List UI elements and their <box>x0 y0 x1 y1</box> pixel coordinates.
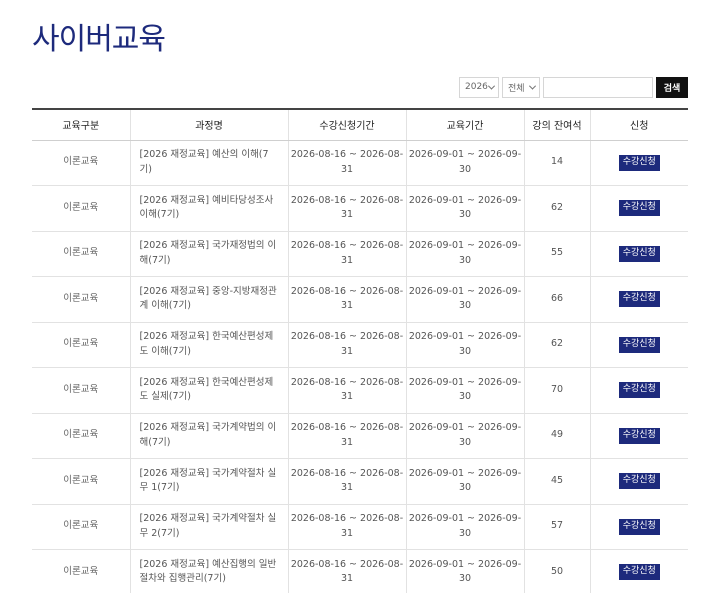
edu-period-cell: 2026-09-01 ~ 2026-09-30 <box>405 231 524 277</box>
apply-button[interactable]: 수강신청 <box>618 564 660 581</box>
table-row: 이론교육 [2026 재정교육] 국가계약절차 실무 1(7기) 2026-08-1… <box>32 458 688 505</box>
table-row: 이론교육 [2026 재정교육] 국가재정법의 이해(7기) 2026-08-16 … <box>32 231 688 277</box>
edu-period-cell: 2026-09-01 ~ 2026-09-30 <box>405 549 524 593</box>
header-seats: 강의 잔여석 <box>523 109 590 141</box>
seats-cell: 66 <box>523 276 590 323</box>
course-name-cell[interactable]: [2026 재정교육] 한국예산편성제도 실제(7기) <box>129 367 288 414</box>
page-title: 사이버교육 <box>32 22 166 57</box>
apply-button[interactable]: 수강신청 <box>618 518 660 535</box>
apply-cell: 수강신청 <box>589 322 688 368</box>
seats-cell: 57 <box>523 504 590 550</box>
apply-cell: 수강신청 <box>589 276 688 323</box>
header-category: 교육구분 <box>32 109 130 141</box>
apply-cell: 수강신청 <box>589 549 688 593</box>
type-select-value: 전체 <box>508 83 525 94</box>
table-row: 이론교육 [2026 재정교육] 한국예산편성제도 실제(7기) 2026-08-1… <box>32 367 688 414</box>
course-table: 교육구분 과정명 수강신청기간 교육기간 강의 잔여석 신청 이론교육 [2026… <box>32 108 688 593</box>
year-select[interactable]: 2026 <box>459 76 499 98</box>
edu-period-cell: 2026-09-01 ~ 2026-09-30 <box>405 322 524 368</box>
seats-cell: 70 <box>523 367 590 414</box>
apply-period-cell: 2026-08-16 ~ 2026-08-31 <box>287 458 406 505</box>
table-header-row: 교육구분 과정명 수강신청기간 교육기간 강의 잔여석 신청 <box>32 109 688 141</box>
apply-cell: 수강신청 <box>589 413 688 459</box>
course-name-cell[interactable]: [2026 재정교육] 예비타당성조사 이해(7기) <box>129 185 288 232</box>
table-row: 이론교육 [2026 재정교육] 예산집행의 일반절차와 집행관리(7기) 2026… <box>32 549 688 593</box>
category-cell: 이론교육 <box>32 322 130 368</box>
seats-cell: 50 <box>523 549 590 593</box>
category-cell: 이론교육 <box>32 549 130 593</box>
edu-period-cell: 2026-09-01 ~ 2026-09-30 <box>405 140 524 186</box>
category-cell: 이론교육 <box>32 276 130 323</box>
apply-button[interactable]: 수강신청 <box>618 291 660 308</box>
category-cell: 이론교육 <box>32 140 130 186</box>
seats-cell: 45 <box>523 458 590 505</box>
apply-button[interactable]: 수강신청 <box>618 336 660 353</box>
table-row: 이론교육 [2026 재정교육] 중앙-지방재정관계 이해(7기) 2026-08-… <box>32 276 688 323</box>
apply-button[interactable]: 수강신청 <box>618 473 660 490</box>
course-name-cell[interactable]: [2026 재정교육] 예산의 이해(7기) <box>129 140 288 186</box>
chevron-down-icon <box>487 82 496 90</box>
header-edu-period: 교육기간 <box>405 109 524 141</box>
search-bar: 2026 전체 검색 <box>459 76 688 98</box>
edu-period-cell: 2026-09-01 ~ 2026-09-30 <box>405 413 524 459</box>
apply-button[interactable]: 수강신청 <box>618 382 660 399</box>
course-rows: 이론교육 [2026 재정교육] 예산의 이해(7기) 2026-08-16 ~ 2… <box>32 140 688 593</box>
apply-period-cell: 2026-08-16 ~ 2026-08-31 <box>287 185 406 232</box>
apply-button[interactable]: 수강신청 <box>618 200 660 217</box>
edu-period-cell: 2026-09-01 ~ 2026-09-30 <box>405 367 524 414</box>
course-name-cell[interactable]: [2026 재정교육] 국가계약법의 이해(7기) <box>129 413 288 459</box>
category-cell: 이론교육 <box>32 504 130 550</box>
apply-cell: 수강신청 <box>589 140 688 186</box>
apply-button[interactable]: 수강신청 <box>618 245 660 262</box>
apply-button[interactable]: 수강신청 <box>618 154 660 171</box>
table-row: 이론교육 [2026 재정교육] 예비타당성조사 이해(7기) 2026-08-16… <box>32 185 688 232</box>
apply-period-cell: 2026-08-16 ~ 2026-08-31 <box>287 276 406 323</box>
chevron-down-icon <box>528 82 537 90</box>
table-row: 이론교육 [2026 재정교육] 국가계약법의 이해(7기) 2026-08-16 … <box>32 413 688 459</box>
year-select-value: 2026 <box>465 82 488 92</box>
table-row: 이론교육 [2026 재정교육] 한국예산편성제도 이해(7기) 2026-08-1… <box>32 322 688 368</box>
seats-cell: 62 <box>523 322 590 368</box>
course-name-cell[interactable]: [2026 재정교육] 한국예산편성제도 이해(7기) <box>129 322 288 368</box>
course-name-cell[interactable]: [2026 재정교육] 국가계약절차 실무 1(7기) <box>129 458 288 505</box>
seats-cell: 55 <box>523 231 590 277</box>
apply-button[interactable]: 수강신청 <box>618 427 660 444</box>
category-cell: 이론교육 <box>32 367 130 414</box>
course-name-cell[interactable]: [2026 재정교육] 예산집행의 일반절차와 집행관리(7기) <box>129 549 288 593</box>
category-cell: 이론교육 <box>32 185 130 232</box>
apply-period-cell: 2026-08-16 ~ 2026-08-31 <box>287 322 406 368</box>
edu-period-cell: 2026-09-01 ~ 2026-09-30 <box>405 276 524 323</box>
apply-period-cell: 2026-08-16 ~ 2026-08-31 <box>287 504 406 550</box>
course-name-cell[interactable]: [2026 재정교육] 국가재정법의 이해(7기) <box>129 231 288 277</box>
edu-period-cell: 2026-09-01 ~ 2026-09-30 <box>405 504 524 550</box>
edu-period-cell: 2026-09-01 ~ 2026-09-30 <box>405 458 524 505</box>
apply-cell: 수강신청 <box>589 458 688 505</box>
category-cell: 이론교육 <box>32 231 130 277</box>
apply-period-cell: 2026-08-16 ~ 2026-08-31 <box>287 140 406 186</box>
table-row: 이론교육 [2026 재정교육] 예산의 이해(7기) 2026-08-16 ~ 2… <box>32 140 688 186</box>
search-button[interactable]: 검색 <box>656 76 688 98</box>
table-row: 이론교육 [2026 재정교육] 국가계약절차 실무 2(7기) 2026-08-1… <box>32 504 688 550</box>
header-apply-period: 수강신청기간 <box>287 109 406 141</box>
header-apply: 신청 <box>589 109 688 141</box>
apply-cell: 수강신청 <box>589 367 688 414</box>
apply-cell: 수강신청 <box>589 185 688 232</box>
header-course-name: 과정명 <box>129 109 288 141</box>
seats-cell: 49 <box>523 413 590 459</box>
apply-cell: 수강신청 <box>589 504 688 550</box>
type-select[interactable]: 전체 <box>502 76 540 98</box>
course-name-cell[interactable]: [2026 재정교육] 중앙-지방재정관계 이해(7기) <box>129 276 288 323</box>
seats-cell: 14 <box>523 140 590 186</box>
seats-cell: 62 <box>523 185 590 232</box>
category-cell: 이론교육 <box>32 413 130 459</box>
category-cell: 이론교육 <box>32 458 130 505</box>
apply-cell: 수강신청 <box>589 231 688 277</box>
apply-period-cell: 2026-08-16 ~ 2026-08-31 <box>287 367 406 414</box>
apply-period-cell: 2026-08-16 ~ 2026-08-31 <box>287 413 406 459</box>
course-name-cell[interactable]: [2026 재정교육] 국가계약절차 실무 2(7기) <box>129 504 288 550</box>
apply-period-cell: 2026-08-16 ~ 2026-08-31 <box>287 549 406 593</box>
search-input[interactable] <box>543 76 653 98</box>
edu-period-cell: 2026-09-01 ~ 2026-09-30 <box>405 185 524 232</box>
apply-period-cell: 2026-08-16 ~ 2026-08-31 <box>287 231 406 277</box>
